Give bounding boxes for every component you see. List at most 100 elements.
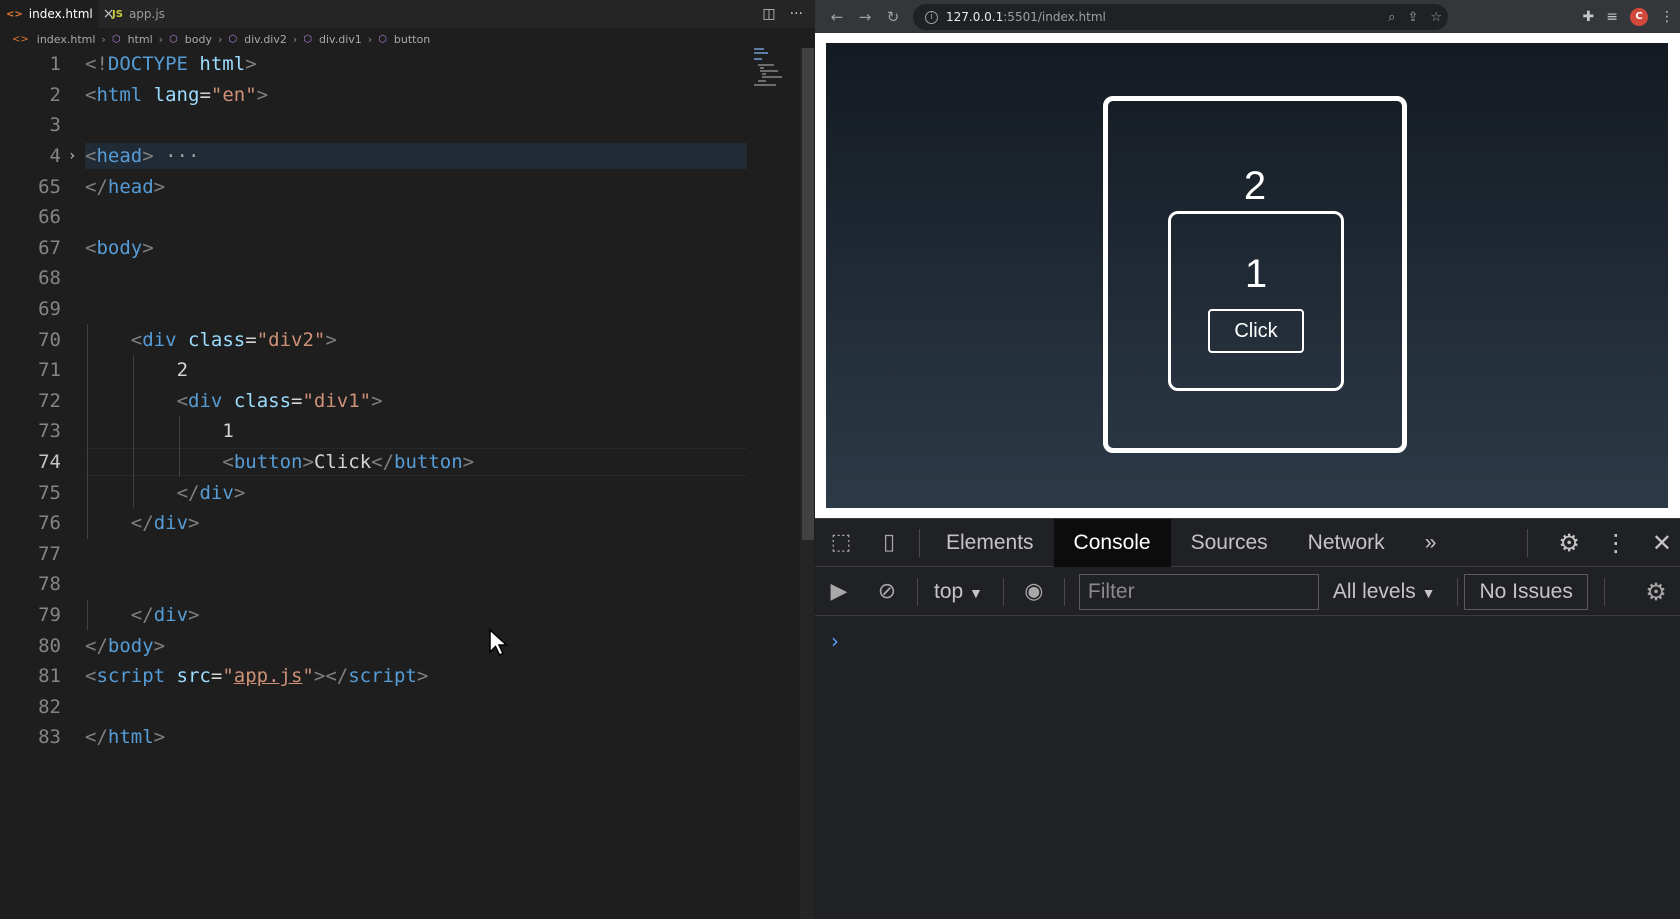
media-queue-icon[interactable]: ≡ [1606,9,1618,25]
tab-console[interactable]: Console [1053,518,1171,567]
element-icon: ⬡ [169,33,178,45]
share-icon[interactable]: ⇪ [1407,10,1418,25]
code-line[interactable]: 66 [0,202,760,233]
tab-label: app.js [128,7,165,21]
code-token: > [188,603,200,626]
log-levels-dropdown[interactable]: All levels ▼ [1333,580,1436,604]
devtools-actions: ⚙ ⋮ ✕ [1521,519,1672,567]
console-settings-gear-icon[interactable]: ⚙ [1632,578,1680,606]
code-line[interactable]: 76 </div> [0,507,760,539]
code-editor: <> index.html × JS app.js ◫ ··· <> index… [0,0,815,919]
indent-guide [132,477,134,508]
code-line[interactable]: 72 <div class="div1"> [0,385,760,417]
code-line[interactable]: 69 [0,294,760,325]
code-token: html [199,53,246,76]
filter-input[interactable]: Filter [1078,573,1319,610]
indent-guide [132,385,134,417]
divider [919,528,920,557]
code-line[interactable]: 71 2 [0,354,760,386]
divider [1002,577,1004,606]
code-token: html [107,726,154,749]
menu-kebab-icon[interactable]: ⋮ [1660,9,1674,25]
dropdown-arrow-icon: ▼ [1421,584,1436,601]
bookmark-star-icon[interactable]: ☆ [1430,10,1442,25]
back-arrow-icon[interactable]: ← [823,8,851,26]
div1-box[interactable]: 1 Click [1168,211,1344,391]
issues-button[interactable]: No Issues [1464,573,1588,610]
code-line[interactable]: 75 </div> [0,477,760,508]
extensions-puzzle-icon[interactable]: ✚ [1583,9,1595,25]
more-actions-icon[interactable]: ··· [790,6,803,22]
code-text: </body> [85,635,165,657]
tab-sources[interactable]: Sources [1171,519,1288,567]
code-line[interactable]: 80 </body> [0,630,760,661]
code-line[interactable]: 4 › <head> ··· [0,141,760,172]
div2-box[interactable]: 2 1 Click [1103,96,1407,453]
info-icon[interactable]: i [925,10,938,24]
device-toolbar-icon[interactable]: ▯ [865,530,913,555]
code-line[interactable]: 65 </head> [0,171,760,202]
sidebar-toggle-icon[interactable]: ▶ [815,579,863,604]
tab-index-html[interactable]: <> index.html × [0,0,114,28]
context-selector[interactable]: top ▼ [934,580,983,604]
zoom-icon[interactable]: ⌕ [1388,10,1395,25]
code-line[interactable]: 79 </div> [0,599,760,631]
eye-icon[interactable]: ◉ [1010,579,1058,604]
console-prompt-icon[interactable]: › [831,629,839,653]
code-token: DOCTYPE [107,53,188,76]
html-file-icon: <> [6,8,23,20]
scrollbar-thumb[interactable] [802,48,814,540]
gear-icon[interactable]: ⚙ [1558,529,1580,557]
tab-network[interactable]: Network [1288,519,1405,567]
line-number: 72 [38,389,61,412]
minimap[interactable] [748,48,798,98]
breadcrumb-item[interactable]: button [394,33,430,46]
code-token: > [256,83,269,106]
div1-number: 1 [1244,252,1268,296]
split-editor-icon[interactable]: ◫ [762,6,775,22]
line-number: 69 [38,298,61,321]
code-text: <head> ··· [85,145,199,167]
breadcrumb-item[interactable]: body [185,33,212,46]
code-token: > [142,145,154,168]
breadcrumb-item[interactable]: html [128,33,153,46]
breadcrumb-item[interactable]: div.div1 [319,33,362,46]
code-line[interactable]: 70 <div class="div2"> [0,324,760,355]
more-tabs-icon[interactable]: » [1405,519,1457,567]
click-button[interactable]: Click [1208,309,1304,353]
code-line[interactable]: 77 [0,539,760,570]
dropdown-arrow-icon: ▼ [969,584,983,601]
forward-arrow-icon[interactable]: → [851,8,879,26]
code-line[interactable]: 74 <button>Click</button> [0,446,760,478]
code-token: </ [85,726,108,749]
code-area[interactable]: 1 <!DOCTYPE html> 2 <html lang="en"> 3 4 › <hea… [0,49,760,753]
code-line[interactable]: 83 </html> [0,722,760,753]
code-token: div [142,328,177,351]
code-line[interactable]: 73 1 [0,416,760,447]
code-line[interactable]: 68 [0,263,760,294]
code-line[interactable]: 3 [0,110,760,141]
code-line[interactable]: 2 <html lang="en"> [0,80,760,111]
code-token: </ [85,634,108,657]
fold-chevron-icon[interactable]: › [68,148,76,164]
code-line[interactable]: 78 [0,569,760,600]
breadcrumb-item[interactable]: index.html [37,33,96,46]
clear-console-icon[interactable]: ⊘ [863,579,911,604]
element-icon: ⬡ [378,33,387,45]
code-token: > [188,512,200,535]
close-icon[interactable]: ✕ [1652,529,1672,557]
inspect-element-icon[interactable]: ⬚ [817,530,865,555]
breadcrumb-item[interactable]: div.div2 [244,33,287,46]
menu-kebab-icon[interactable]: ⋮ [1604,529,1628,557]
reload-icon[interactable]: ↻ [879,8,907,26]
tab-elements[interactable]: Elements [926,519,1054,567]
code-line[interactable]: 81 <script src="app.js"></script> [0,661,760,692]
code-line[interactable]: 67 <body> [0,233,760,264]
tab-app-js[interactable]: JS app.js [106,0,196,28]
profile-avatar[interactable]: C [1630,7,1648,26]
address-bar[interactable]: i 127.0.0.1:5501/index.html ⌕ ⇪ ☆ [913,4,1448,30]
line-number: 70 [38,328,61,351]
code-line[interactable]: 82 [0,691,760,722]
code-line[interactable]: 1 <!DOCTYPE html> [0,49,760,80]
